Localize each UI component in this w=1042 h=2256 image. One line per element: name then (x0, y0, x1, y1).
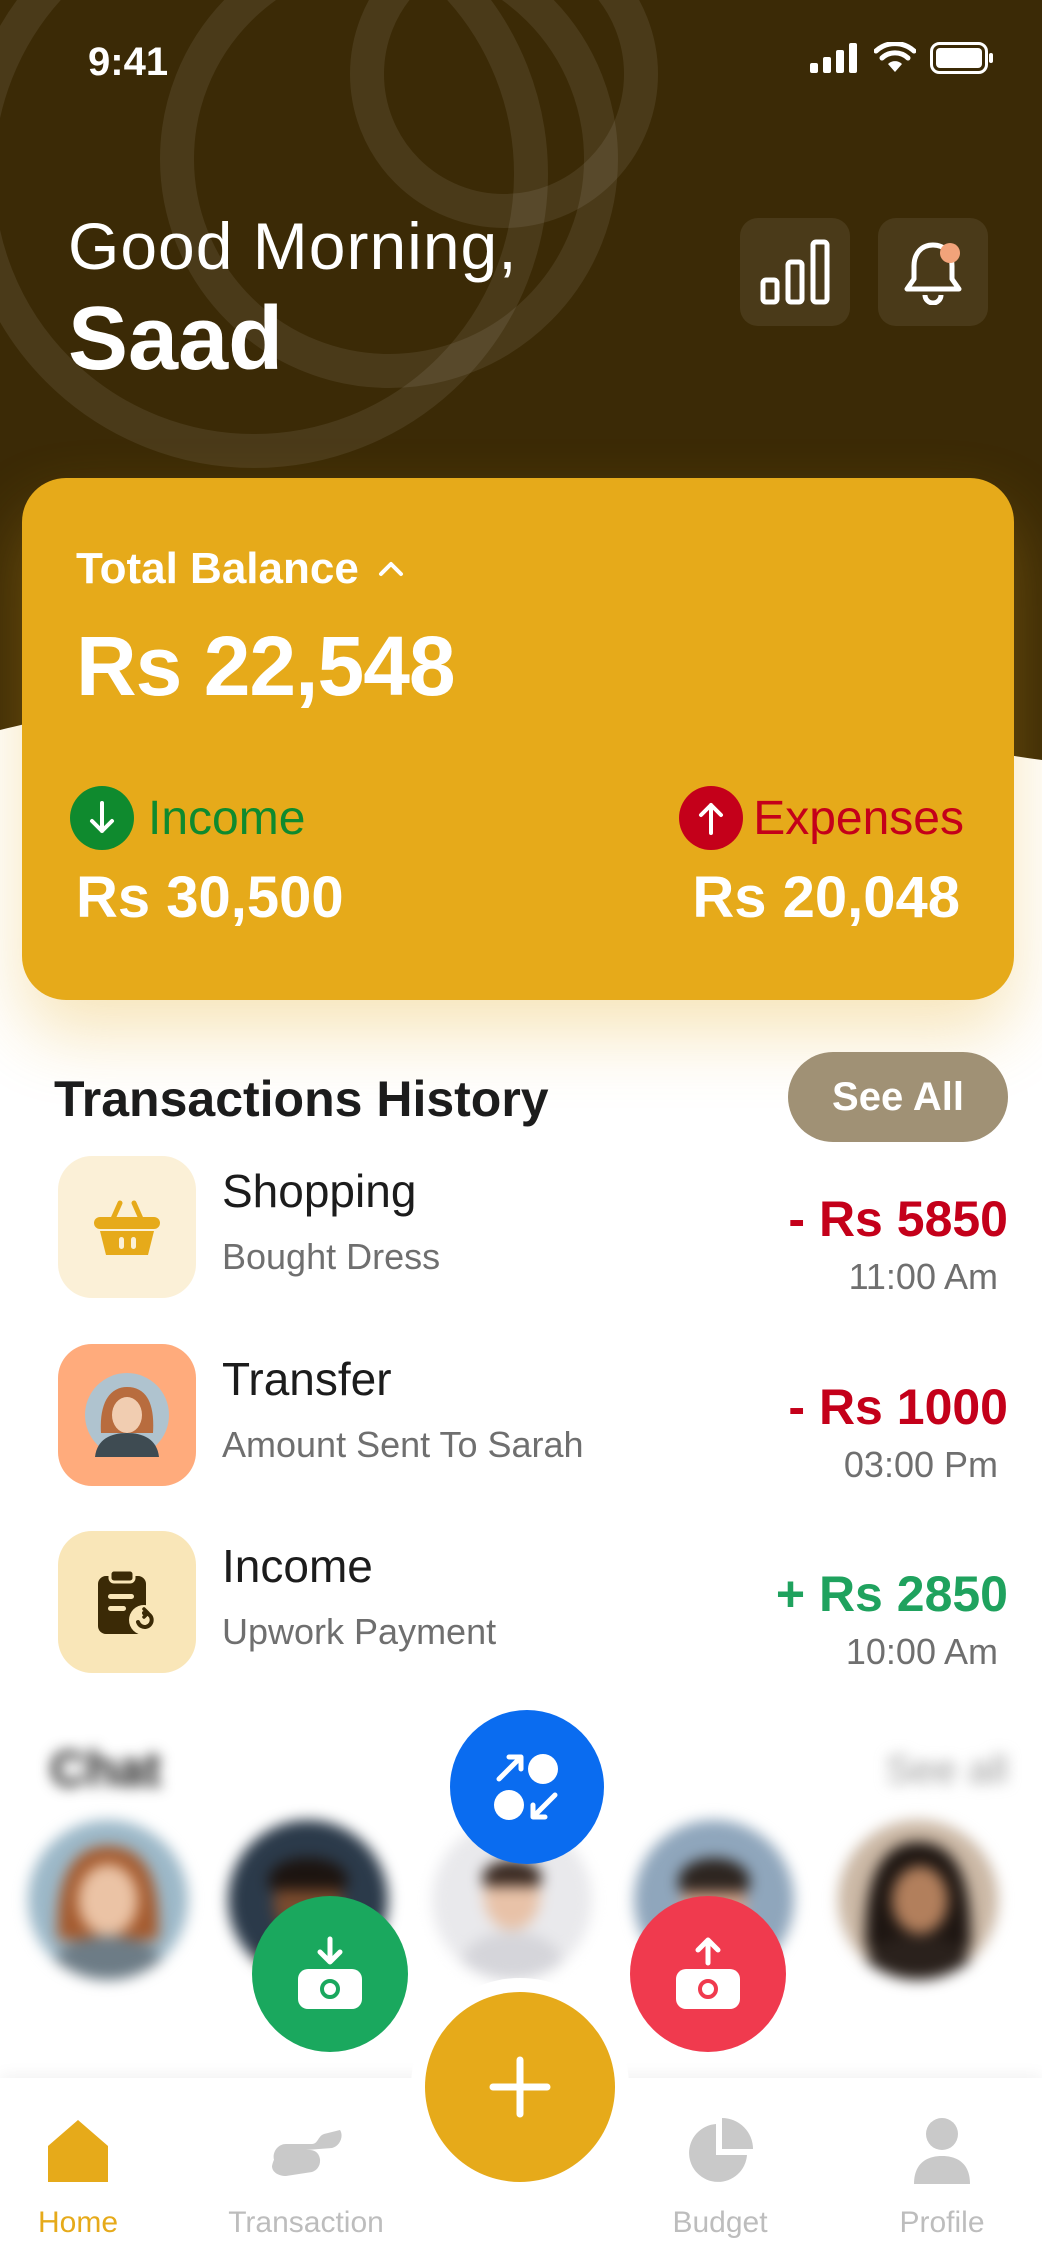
send-money-button[interactable] (630, 1896, 786, 2052)
total-balance-value: Rs 22,548 (76, 619, 456, 713)
chat-avatar[interactable] (838, 1820, 998, 1980)
wifi-icon (874, 42, 916, 72)
total-balance-label: Total Balance (76, 544, 359, 593)
avatar (85, 1373, 169, 1457)
nav-profile[interactable]: Profile (842, 2078, 1042, 2256)
transaction-amount: - Rs 1000 (788, 1379, 1008, 1435)
balance-card: Total Balance Rs 22,548 Income Expenses … (22, 478, 1014, 1000)
home-screen: 9:41 Good Morning, Saad Total Balance Rs… (0, 0, 1042, 2256)
bell-icon (904, 242, 962, 305)
shopping-basket-icon (94, 1200, 160, 1255)
expenses-summary: Expenses (679, 786, 964, 850)
arrow-down-icon (70, 786, 134, 850)
expenses-value: Rs 20,048 (692, 865, 960, 930)
nav-label: Home (37, 2206, 119, 2239)
signal-icon (810, 43, 857, 73)
transaction-icon-box (58, 1344, 196, 1486)
status-time: 9:41 (88, 40, 169, 84)
total-balance-toggle[interactable]: Total Balance (76, 544, 405, 594)
exchange-button[interactable] (450, 1710, 604, 1864)
transaction-description: Amount Sent To Sarah (222, 1424, 584, 1465)
transactions-title: Transactions History (54, 1071, 549, 1127)
pie-chart-icon (689, 2118, 753, 2182)
user-icon (914, 2118, 970, 2184)
transaction-time: 03:00 Pm (843, 1444, 998, 1485)
income-value: Rs 30,500 (76, 865, 344, 930)
battery-icon (930, 42, 993, 74)
transaction-time: 10:00 Am (845, 1631, 998, 1672)
income-label: Income (148, 791, 306, 845)
transaction-time: 11:00 Am (848, 1256, 998, 1297)
bar-chart-icon (760, 239, 830, 305)
arrow-up-icon (679, 786, 744, 850)
receive-money-icon (298, 1936, 362, 2009)
expenses-label: Expenses (753, 791, 964, 845)
receive-money-button[interactable] (252, 1896, 408, 2052)
clipboard-icon (98, 1568, 159, 1635)
nav-budget[interactable]: Budget (620, 2078, 820, 2256)
chat-title: Chat (50, 1741, 162, 1797)
send-money-icon (676, 1937, 740, 2009)
home-icon (48, 2120, 108, 2182)
transaction-name: Income (222, 1540, 373, 1592)
status-icons (810, 42, 994, 74)
transaction-amount: - Rs 5850 (788, 1191, 1008, 1247)
transaction-icon-box (58, 1156, 196, 1298)
transaction-description: Bought Dress (222, 1236, 441, 1277)
bottom-navigation: Home Transaction Budget Profile (0, 1992, 1042, 2256)
transaction-icon (272, 2130, 342, 2176)
nav-label: Transaction (228, 2206, 384, 2239)
chat-see-all-link[interactable]: See all (886, 1748, 1008, 1793)
chevron-up-icon (378, 562, 403, 576)
nav-transaction[interactable]: Transaction (206, 2078, 406, 2256)
chat-avatar[interactable] (28, 1820, 188, 1980)
transaction-row[interactable]: Income Upwork Payment + Rs 2850 10:00 Am (58, 1531, 1008, 1673)
notifications-button[interactable] (878, 218, 988, 326)
greeting-text: Good Morning, (68, 209, 518, 283)
transaction-amount: + Rs 2850 (775, 1566, 1008, 1622)
plus-icon (489, 2056, 551, 2118)
nav-label: Profile (899, 2206, 985, 2239)
add-button[interactable] (425, 1992, 615, 2182)
transaction-row[interactable]: Shopping Bought Dress - Rs 5850 11:00 Am (58, 1156, 1008, 1298)
transaction-name: Transfer (222, 1353, 392, 1405)
income-summary: Income (70, 786, 305, 850)
nav-home[interactable]: Home (0, 2078, 178, 2256)
transaction-icon-box (58, 1531, 196, 1673)
transaction-name: Shopping (222, 1165, 417, 1217)
user-name: Saad (68, 289, 284, 389)
transaction-row[interactable]: Transfer Amount Sent To Sarah - Rs 1000 … (58, 1344, 1008, 1486)
stats-button[interactable] (740, 218, 850, 326)
exchange-icon (494, 1754, 558, 1820)
see-all-button[interactable]: See All (788, 1052, 1008, 1142)
nav-label: Budget (672, 2206, 768, 2239)
transaction-description: Upwork Payment (222, 1611, 497, 1652)
